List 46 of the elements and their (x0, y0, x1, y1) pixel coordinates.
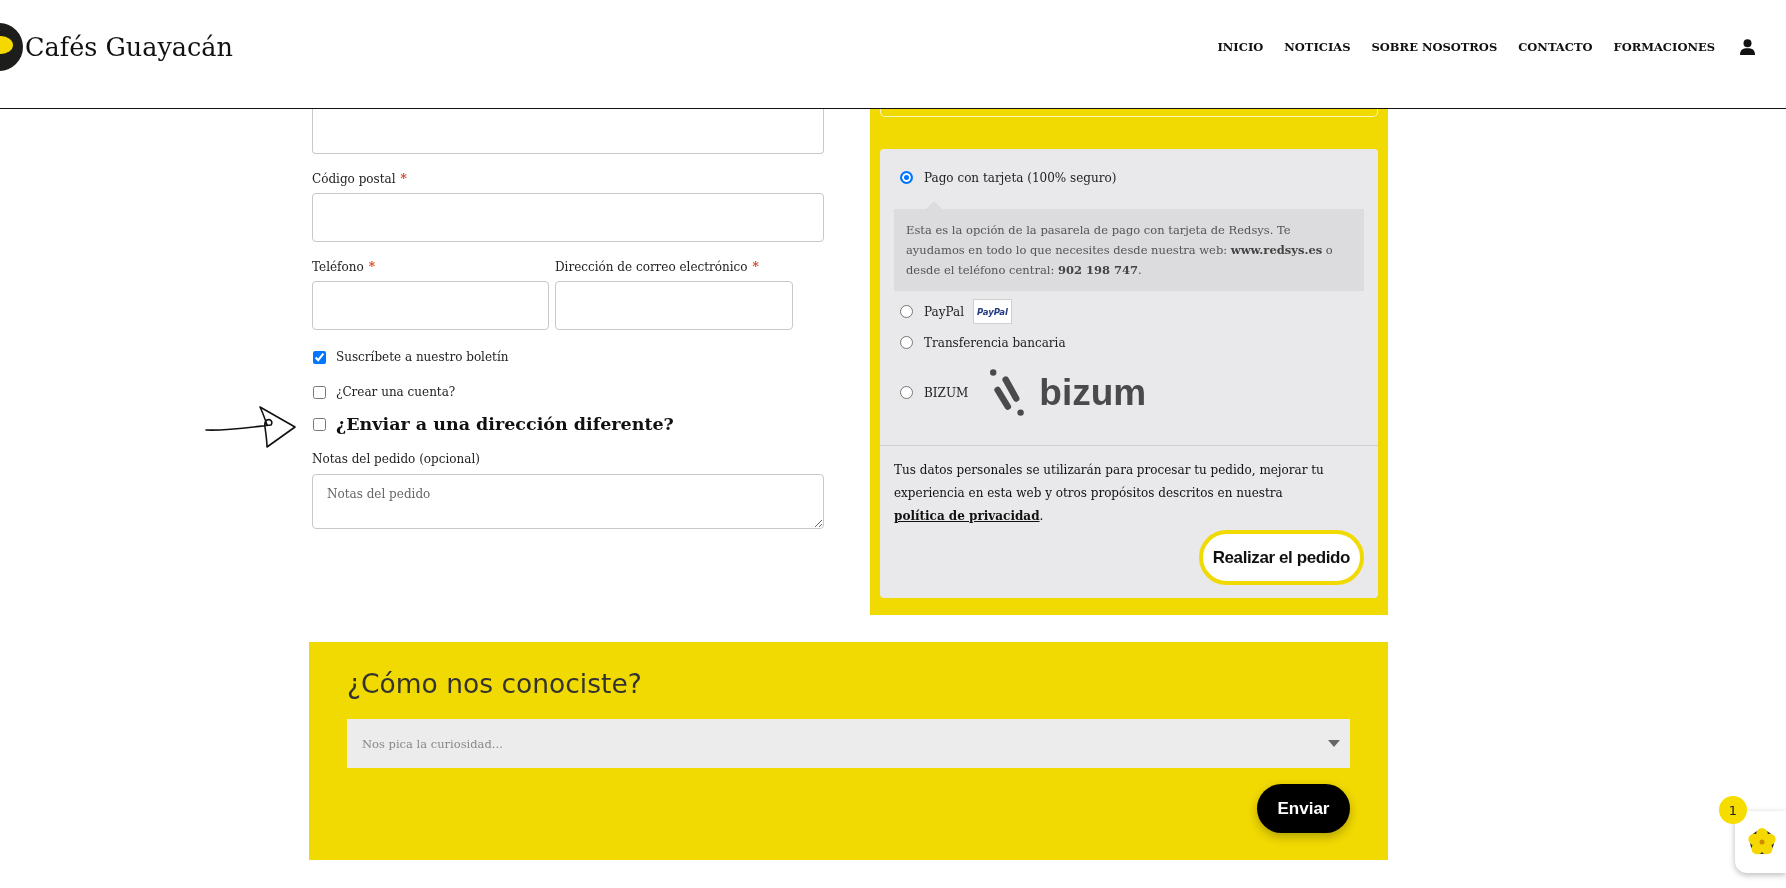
nav-link[interactable]: FORMACIONES (1613, 40, 1715, 54)
input-field[interactable] (312, 281, 549, 330)
notification-badge: 1 (1719, 796, 1747, 824)
input-field[interactable] (312, 193, 824, 242)
radio-label: PayPal (924, 304, 964, 319)
logo-symbol-icon (990, 369, 1025, 416)
privacy-notice: Tus datos personales se utilizarán para procesar tu pedido, mejorar tu experiencia en esta web y otros propósitos descritos en nuestra política de privacidad. (894, 462, 1325, 525)
nav-link[interactable]: CONTACTO (1518, 40, 1593, 54)
radio-label: Pago con tarjeta (100% seguro) (924, 170, 1117, 185)
flower-icon (1748, 828, 1776, 856)
required-mark: * (400, 172, 407, 186)
checkbox-label: Suscríbete a nuestro boletín (336, 350, 509, 364)
payment-description: Esta es la opción de la pasarela de pago con tarjeta de Redsys. Te ayudamos en todo lo que necesites desde nuestra web: www.redsys.es o desde el teléfono central: 902 198 747. (894, 201, 1364, 291)
section-heading: ¿Enviar a una dirección diferente? (336, 414, 674, 434)
send-button[interactable]: Enviar (1257, 784, 1350, 833)
logo-badge: PayPal (973, 299, 1012, 324)
radio-label: Transferencia bancaria (924, 335, 1066, 350)
nav-link[interactable]: INICIO (1217, 40, 1264, 54)
field-label: Código postal (312, 172, 396, 186)
notes-field[interactable]: Notas del pedido (312, 474, 824, 529)
privacy-policy-link[interactable]: política de privacidad (894, 509, 1040, 523)
field-label: Notas del pedido (opcional) (312, 452, 480, 466)
radio-button[interactable] (900, 171, 913, 184)
checkbox[interactable] (313, 385, 326, 399)
radio-button[interactable] (900, 386, 913, 399)
radio-button[interactable] (900, 305, 913, 318)
required-mark: * (752, 260, 759, 274)
radio-button[interactable] (900, 336, 913, 349)
survey-title: ¿Cómo nos conociste? (347, 667, 642, 701)
checkbox[interactable] (313, 417, 326, 431)
logo-text[interactable]: Cafés Guayacán (25, 32, 233, 62)
input-field[interactable] (555, 281, 793, 330)
user-icon[interactable] (1740, 39, 1755, 55)
place-order-button[interactable]: Realizar el pedido (1198, 530, 1364, 585)
caret-icon (1328, 740, 1340, 747)
logo-icon[interactable] (0, 22, 24, 72)
nav-link[interactable]: SOBRE NOSOTROS (1371, 40, 1498, 54)
radio-label: BIZUM (924, 385, 969, 400)
checkbox-label: ¿Crear una cuenta? (336, 385, 456, 399)
input-field[interactable] (312, 109, 824, 154)
checkbox[interactable] (313, 350, 326, 364)
required-mark: * (368, 260, 375, 274)
field-label: Teléfono (312, 260, 364, 274)
nav-link[interactable]: NOTICIAS (1284, 40, 1351, 54)
logo-wordmark: bizum (1039, 370, 1147, 415)
field-label: Dirección de correo electrónico (555, 260, 748, 274)
